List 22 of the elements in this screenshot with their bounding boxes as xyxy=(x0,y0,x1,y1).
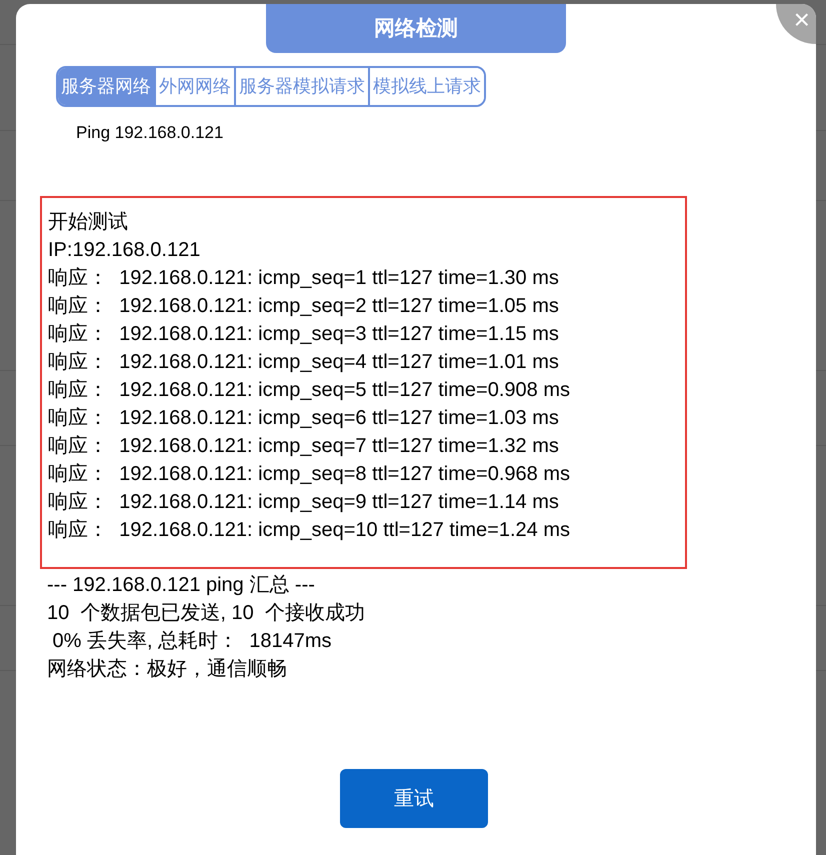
log-line: 响应： 192.168.0.121: icmp_seq=7 ttl=127 time=1.32 ms xyxy=(48,434,559,459)
log-line: 响应： 192.168.0.121: icmp_seq=3 ttl=127 time=1.15 ms xyxy=(48,322,559,347)
summary-line: --- 192.168.0.121 ping 汇总 --- xyxy=(47,573,315,598)
log-line: 响应： 192.168.0.121: icmp_seq=6 ttl=127 time=1.03 ms xyxy=(48,406,559,431)
ping-target: Ping 192.168.0.121 xyxy=(76,122,224,144)
retry-button[interactable]: 重试 xyxy=(340,769,488,828)
dialog-title: 网络检测 xyxy=(266,4,566,53)
log-line: 响应： 192.168.0.121: icmp_seq=10 ttl=127 time=1.24 ms xyxy=(48,518,570,543)
log-line: IP:192.168.0.121 xyxy=(48,238,200,263)
summary-line: 10 个数据包已发送, 10 个接收成功 xyxy=(47,601,365,626)
log-line: 响应： 192.168.0.121: icmp_seq=8 ttl=127 time=0.968 ms xyxy=(48,462,570,487)
summary-line: 网络状态：极好，通信顺畅 xyxy=(47,657,287,682)
log-line: 响应： 192.168.0.121: icmp_seq=9 ttl=127 time=1.14 ms xyxy=(48,490,559,515)
summary-line: 0% 丢失率, 总耗时： 18147ms xyxy=(52,629,332,654)
log-line: 响应： 192.168.0.121: icmp_seq=4 ttl=127 time=1.01 ms xyxy=(48,350,559,375)
log-line: 响应： 192.168.0.121: icmp_seq=1 ttl=127 time=1.30 ms xyxy=(48,266,559,291)
log-line: 响应： 192.168.0.121: icmp_seq=5 ttl=127 time=0.908 ms xyxy=(48,378,570,403)
tab[interactable]: 服务器网络 xyxy=(58,68,154,105)
log-line: 开始测试 xyxy=(48,210,128,235)
log-line: 响应： 192.168.0.121: icmp_seq=2 ttl=127 time=1.05 ms xyxy=(48,294,559,319)
tab[interactable]: 模拟线上请求 xyxy=(368,68,484,105)
close-button[interactable]: × xyxy=(776,4,816,44)
